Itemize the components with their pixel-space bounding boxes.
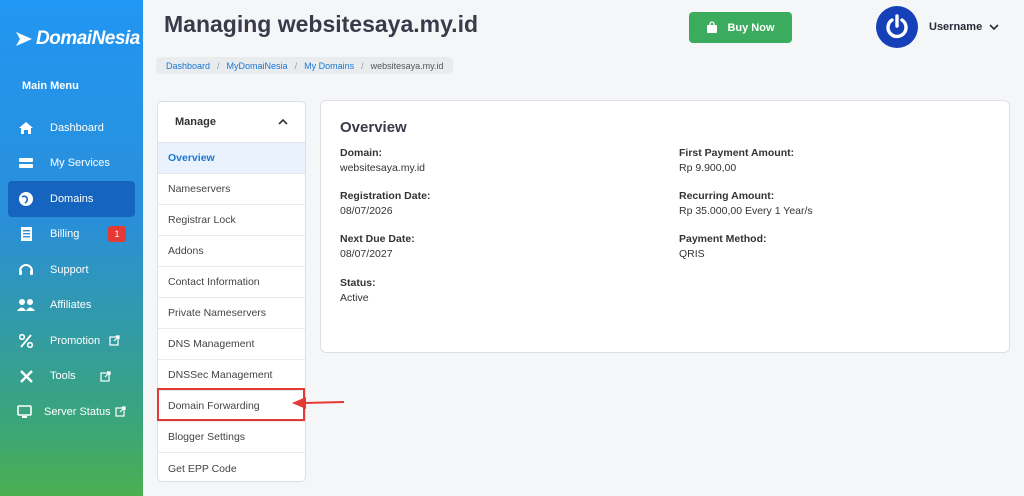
sidebar-item-domains[interactable]: Domains bbox=[8, 181, 135, 217]
first-payment-value: Rp 9.900,00 bbox=[679, 162, 737, 174]
headset-icon bbox=[17, 261, 35, 279]
sidebar-item-billing[interactable]: Billing 1 bbox=[0, 217, 143, 253]
payment-method-field: Payment Method: QRIS bbox=[679, 233, 767, 260]
next-due-date-field: Next Due Date: 08/07/2027 bbox=[340, 233, 415, 260]
registration-date-value: 08/07/2026 bbox=[340, 205, 393, 217]
overview-card: Overview Domain: websitesaya.my.id Regis… bbox=[320, 100, 1010, 353]
sidebar-item-tools[interactable]: Tools bbox=[0, 359, 143, 395]
sidebar-item-affiliates[interactable]: Affiliates bbox=[0, 288, 143, 324]
manage-item-private-nameservers[interactable]: Private Nameservers bbox=[158, 298, 305, 329]
invoice-icon bbox=[17, 225, 35, 243]
breadcrumb-separator: / bbox=[294, 60, 298, 71]
domain-label: Domain: bbox=[340, 147, 382, 159]
breadcrumb-dashboard[interactable]: Dashboard bbox=[166, 61, 210, 71]
brand-logo[interactable]: DomaiNesia bbox=[14, 28, 140, 50]
breadcrumb-current: websitesaya.my.id bbox=[370, 60, 444, 71]
next-due-date-value: 08/07/2027 bbox=[340, 248, 393, 260]
sidebar-item-support[interactable]: Support bbox=[0, 252, 143, 288]
sidebar-item-label: Promotion bbox=[50, 334, 101, 347]
breadcrumb-my-domains[interactable]: My Domains bbox=[304, 61, 354, 71]
recurring-amount-value: Rp 35.000,00 Every 1 Year/s bbox=[679, 205, 813, 217]
domain-field: Domain: websitesaya.my.id bbox=[340, 147, 425, 174]
percent-icon bbox=[17, 332, 35, 350]
domain-value: websitesaya.my.id bbox=[340, 162, 426, 174]
sidebar-item-label: Server Status bbox=[44, 405, 111, 418]
sidebar: DomaiNesia Main Menu Dashboard My Servic… bbox=[0, 0, 143, 496]
external-link-icon bbox=[115, 406, 126, 417]
first-payment-label: First Payment Amount: bbox=[679, 147, 795, 159]
server-icon bbox=[17, 154, 35, 172]
status-field: Status: Active bbox=[340, 277, 376, 304]
brand-name: DomaiNesia bbox=[36, 28, 140, 49]
logo-icon bbox=[16, 32, 32, 46]
status-label: Status: bbox=[340, 277, 376, 289]
sidebar-item-label: Domains bbox=[50, 192, 94, 205]
sidebar-item-label: Affiliates bbox=[50, 299, 92, 312]
manage-item-blogger-settings[interactable]: Blogger Settings bbox=[158, 422, 305, 453]
page-title: Managing websitesaya.my.id bbox=[164, 11, 479, 37]
manage-item-nameservers[interactable]: Nameservers bbox=[158, 174, 305, 205]
chevron-up-icon bbox=[278, 116, 288, 128]
avatar[interactable] bbox=[876, 6, 918, 48]
recurring-amount-label: Recurring Amount: bbox=[679, 190, 775, 202]
sidebar-item-label: Tools bbox=[50, 370, 76, 383]
external-link-icon bbox=[109, 335, 120, 346]
breadcrumb-separator: / bbox=[361, 60, 364, 71]
username-label: Username bbox=[929, 21, 983, 33]
status-value: Active bbox=[340, 292, 369, 304]
main-nav: Dashboard My Services Domains Billing 1 … bbox=[0, 110, 143, 430]
highlight-box bbox=[157, 388, 305, 421]
manage-item-dns-management[interactable]: DNS Management bbox=[158, 329, 305, 360]
overview-title: Overview bbox=[340, 119, 407, 136]
manage-item-get-epp-code[interactable]: Get EPP Code bbox=[158, 453, 305, 481]
sidebar-item-label: My Services bbox=[50, 157, 110, 170]
next-due-date-label: Next Due Date: bbox=[340, 233, 415, 245]
buy-now-label: Buy Now bbox=[727, 21, 775, 34]
external-link-icon bbox=[100, 371, 111, 382]
globe-icon bbox=[17, 190, 35, 208]
sidebar-item-my-services[interactable]: My Services bbox=[0, 146, 143, 182]
recurring-amount-field: Recurring Amount: Rp 35.000,00 Every 1 Y… bbox=[679, 190, 813, 217]
buy-now-button[interactable]: Buy Now bbox=[689, 12, 792, 43]
registration-date-label: Registration Date: bbox=[340, 190, 431, 202]
chevron-down-icon bbox=[989, 23, 999, 31]
manage-item-addons[interactable]: Addons bbox=[158, 236, 305, 267]
manage-header[interactable]: Manage bbox=[158, 102, 305, 143]
sidebar-item-promotion[interactable]: Promotion bbox=[0, 323, 143, 359]
power-icon bbox=[886, 14, 908, 39]
main-menu-title: Main Menu bbox=[22, 80, 79, 92]
sidebar-item-dashboard[interactable]: Dashboard bbox=[0, 110, 143, 146]
sidebar-item-label: Support bbox=[50, 263, 89, 276]
billing-badge: 1 bbox=[108, 225, 126, 242]
home-icon bbox=[17, 119, 35, 137]
manage-item-contact-information[interactable]: Contact Information bbox=[158, 267, 305, 298]
arrow-left-icon bbox=[292, 397, 344, 409]
manage-panel: Manage Overview Nameservers Registrar Lo… bbox=[157, 101, 306, 482]
shopping-bag-icon bbox=[706, 21, 718, 34]
payment-method-value: QRIS bbox=[679, 248, 705, 260]
sidebar-item-server-status[interactable]: Server Status bbox=[0, 394, 143, 430]
manage-title: Manage bbox=[175, 116, 216, 128]
user-menu[interactable]: Username bbox=[929, 21, 999, 33]
sidebar-item-label: Billing bbox=[50, 228, 80, 241]
first-payment-field: First Payment Amount: Rp 9.900,00 bbox=[679, 147, 794, 174]
registration-date-field: Registration Date: 08/07/2026 bbox=[340, 190, 430, 217]
users-icon bbox=[17, 296, 35, 314]
monitor-icon bbox=[15, 403, 33, 421]
payment-method-label: Payment Method: bbox=[679, 233, 767, 245]
breadcrumb-mydomainesia[interactable]: MyDomaiNesia bbox=[227, 61, 288, 71]
breadcrumb-separator: / bbox=[217, 60, 220, 71]
sidebar-item-label: Dashboard bbox=[50, 121, 104, 134]
manage-item-overview[interactable]: Overview bbox=[158, 143, 305, 174]
breadcrumb: Dashboard / MyDomaiNesia / My Domains / … bbox=[156, 57, 454, 74]
tools-icon bbox=[17, 367, 35, 385]
manage-item-dnssec-management[interactable]: DNSSec Management bbox=[158, 360, 305, 391]
manage-item-registrar-lock[interactable]: Registrar Lock bbox=[158, 205, 305, 236]
